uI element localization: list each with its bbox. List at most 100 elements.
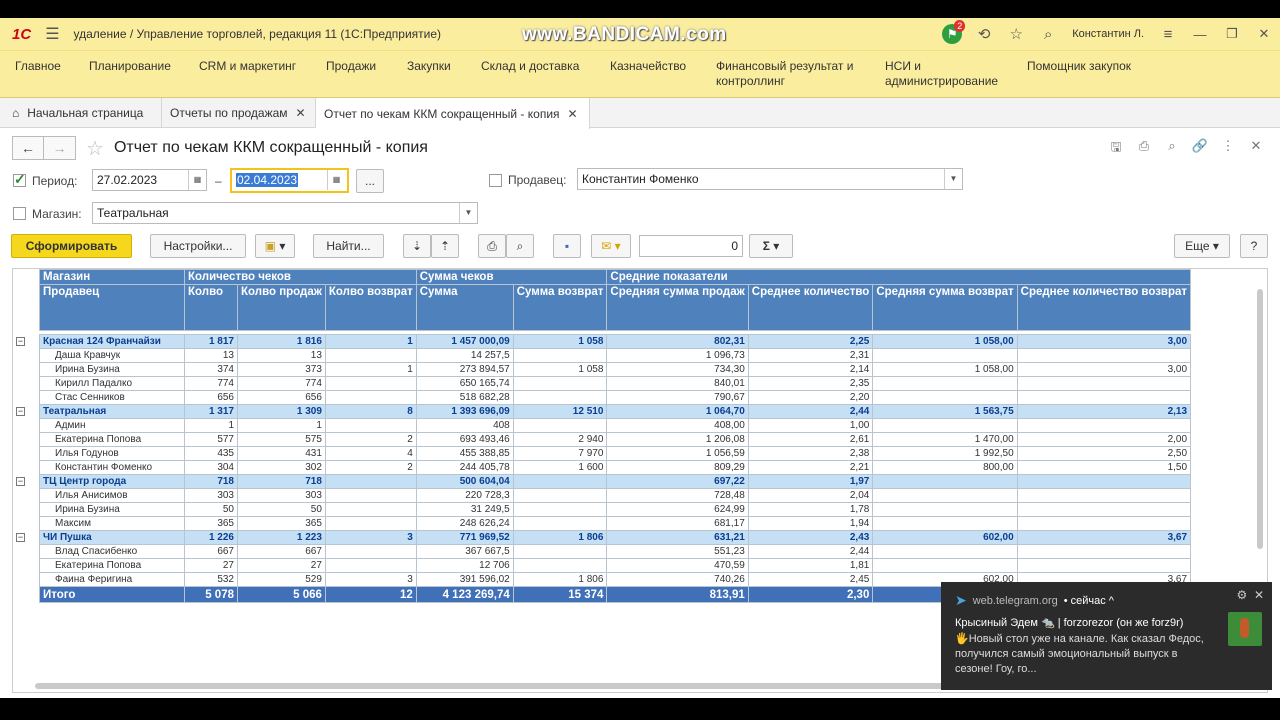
cell-value <box>1016 502 1192 517</box>
minimize-icon[interactable]: — <box>1184 27 1216 42</box>
collapse-group-icon[interactable]: − <box>16 406 25 416</box>
table-row[interactable]: Кирилл Падалко 774 774 650 165,74 840,01 2,35 <box>39 376 1192 391</box>
table-row[interactable]: Илья Анисимов 303 303 220 728,3 728,48 2,04 <box>39 488 1192 503</box>
collapse-group-icon[interactable]: − <box>16 336 25 346</box>
table-row[interactable]: Екатерина Попова 27 27 12 706 470,59 1,81 <box>39 558 1192 573</box>
period-checkbox[interactable] <box>13 171 26 188</box>
search-icon[interactable]: ⌕ <box>1032 26 1064 43</box>
print-icon[interactable]: ⎙ <box>478 234 506 258</box>
seller-input[interactable]: Константин Фоменко ▼ <box>577 168 963 190</box>
menu-burger-icon[interactable]: ☰ <box>45 24 59 44</box>
close-icon[interactable]: ✕ <box>1254 588 1264 602</box>
generate-button[interactable]: Сформировать <box>11 234 132 258</box>
period-from-input[interactable]: 27.02.2023 ▦ <box>92 169 207 191</box>
period-to-input[interactable]: 02.04.2023 ▦ <box>230 168 349 193</box>
table-row[interactable]: Админ 1 1 408 408,00 1,00 <box>39 418 1192 433</box>
sum-mode-dropdown[interactable]: Σ ▾ <box>749 234 793 258</box>
settings-menu-icon[interactable]: ≡ <box>1152 26 1184 43</box>
preview-icon[interactable]: ⌕ <box>1158 138 1186 160</box>
print-icon[interactable]: ⎙ <box>1130 138 1158 160</box>
group-row[interactable]: ТЦ Центр города 718 718 500 604,04 697,22 1,9… <box>39 474 1192 489</box>
find-button[interactable]: Найти... <box>313 234 384 258</box>
menu-purchases[interactable]: Закупки <box>407 59 451 74</box>
calendar-icon[interactable]: ▦ <box>327 170 345 190</box>
cell-value: 577 <box>184 432 238 447</box>
notifications-button[interactable]: ⚑ 2 <box>936 20 968 44</box>
seller-name: Илья Годунов <box>39 446 185 461</box>
period-select-button[interactable]: ... <box>356 169 384 193</box>
cell-value: 1,78 <box>747 502 874 517</box>
seller-name: Ирина Бузина <box>39 362 185 377</box>
tab-sales-reports[interactable]: Отчеты по продажам ✕ <box>162 98 316 128</box>
close-window-icon[interactable]: ✕ <box>1248 26 1280 42</box>
telegram-notification[interactable]: ➤ web.telegram.org • сейчас ^ ⚙ ✕ Крысин… <box>941 582 1272 690</box>
table-row[interactable]: Максим 365 365 248 626,24 681,17 1,94 <box>39 516 1192 531</box>
seller-name: Илья Анисимов <box>39 488 185 503</box>
history-icon[interactable]: ⟲ <box>968 25 1000 43</box>
preview-icon[interactable]: ⌕ <box>506 234 534 258</box>
menu-planning[interactable]: Планирование <box>89 59 171 74</box>
cell-value <box>1016 390 1192 405</box>
back-arrow-icon[interactable]: ← <box>12 136 44 160</box>
table-row[interactable]: Влад Спасибенко 667 667 367 667,5 551,23 2,44 <box>39 544 1192 559</box>
restore-icon[interactable]: ❐ <box>1216 26 1248 42</box>
table-row[interactable]: Ирина Бузина 50 50 31 249,5 624,99 1,78 <box>39 502 1192 517</box>
menu-warehouse[interactable]: Склад и доставка <box>481 59 579 74</box>
toast-thumbnail <box>1228 612 1262 646</box>
favorites-star-icon[interactable]: ☆ <box>1000 25 1032 43</box>
table-row[interactable]: Даша Кравчук 13 13 14 257,5 1 096,73 2,31 <box>39 348 1192 363</box>
close-tab-icon[interactable]: ✕ <box>296 106 306 120</box>
menu-main[interactable]: Главное <box>15 59 61 74</box>
menu-crm[interactable]: CRM и маркетинг <box>199 59 296 74</box>
settings-button[interactable]: Настройки... <box>150 234 246 258</box>
cell-value <box>324 558 417 573</box>
menu-purchase-assistant[interactable]: Помощник закупок <box>1027 59 1131 74</box>
email-dropdown-icon[interactable]: ✉ ▾ <box>591 234 631 258</box>
more-vertical-icon[interactable]: ⋮ <box>1214 138 1242 160</box>
save-icon[interactable]: ▪ <box>553 234 581 258</box>
table-row[interactable]: Ирина Бузина 374 373 1 273 894,57 1 058 734,30… <box>39 362 1192 377</box>
save-icon[interactable]: 🖫 <box>1102 138 1130 160</box>
collapse-groups-icon[interactable]: ⇡ <box>431 234 459 258</box>
table-row[interactable]: Стас Сенников 656 656 518 682,28 790,67 2,20 <box>39 390 1192 405</box>
table-row[interactable]: Екатерина Попова 577 575 2 693 493,46 2 940 1 … <box>39 432 1192 447</box>
more-button[interactable]: Еще ▾ <box>1174 234 1230 258</box>
store-input[interactable]: Театральная ▼ <box>92 202 478 224</box>
menu-financial-result[interactable]: Финансовый результат и контроллинг <box>716 59 866 89</box>
forward-arrow-icon[interactable]: → <box>44 136 76 160</box>
chevron-down-icon[interactable]: ▼ <box>944 169 962 189</box>
close-tab-icon[interactable]: ✕ <box>568 107 578 121</box>
collapse-group-icon[interactable]: − <box>16 476 25 486</box>
tab-kkm-report[interactable]: Отчет по чекам ККМ сокращенный - копия ✕ <box>316 98 590 129</box>
table-row[interactable]: Илья Годунов 435 431 4 455 388,85 7 970 1 056,… <box>39 446 1192 461</box>
cell-value <box>324 516 417 531</box>
variant-dropdown-button[interactable]: ▣ ▾ <box>255 234 295 258</box>
tab-home[interactable]: ⌂ Начальная страница <box>0 98 162 128</box>
close-form-icon[interactable]: ✕ <box>1242 138 1270 160</box>
horizontal-scrollbar[interactable] <box>35 683 1005 689</box>
cell-value: 667 <box>237 544 326 559</box>
seller-label: Продавец: <box>508 173 567 187</box>
cell-value <box>872 488 1018 503</box>
menu-nsi-admin[interactable]: НСИ и администрирование <box>885 59 1010 89</box>
table-row[interactable]: Константин Фоменко 304 302 2 244 405,78 1 600… <box>39 460 1192 475</box>
favorite-star-icon[interactable]: ☆ <box>86 136 104 161</box>
group-row[interactable]: ЧИ Пушка 1 226 1 223 3 771 969,52 1 806 631,21… <box>39 530 1192 545</box>
group-row[interactable]: Красная 124 Франчайзи 1 817 1 816 1 1 457 00… <box>39 334 1192 349</box>
vertical-scrollbar[interactable] <box>1257 289 1263 549</box>
collapse-group-icon[interactable]: − <box>16 532 25 542</box>
menu-sales[interactable]: Продажи <box>326 59 376 74</box>
gear-icon[interactable]: ⚙ <box>1237 588 1248 602</box>
store-checkbox[interactable] <box>13 207 26 220</box>
expand-groups-icon[interactable]: ⇣ <box>403 234 431 258</box>
cell-value: 431 <box>237 446 326 461</box>
group-row[interactable]: Театральная 1 317 1 309 8 1 393 696,09 12 510… <box>39 404 1192 419</box>
help-button[interactable]: ? <box>1240 234 1268 258</box>
link-icon[interactable]: 🔗 <box>1186 138 1214 160</box>
cell-value: 2,04 <box>747 488 874 503</box>
menu-treasury[interactable]: Казначейство <box>610 59 686 74</box>
user-name[interactable]: Константин Л. <box>1072 28 1144 40</box>
calendar-icon[interactable]: ▦ <box>188 170 206 190</box>
seller-checkbox[interactable] <box>489 174 502 187</box>
chevron-down-icon[interactable]: ▼ <box>459 203 477 223</box>
